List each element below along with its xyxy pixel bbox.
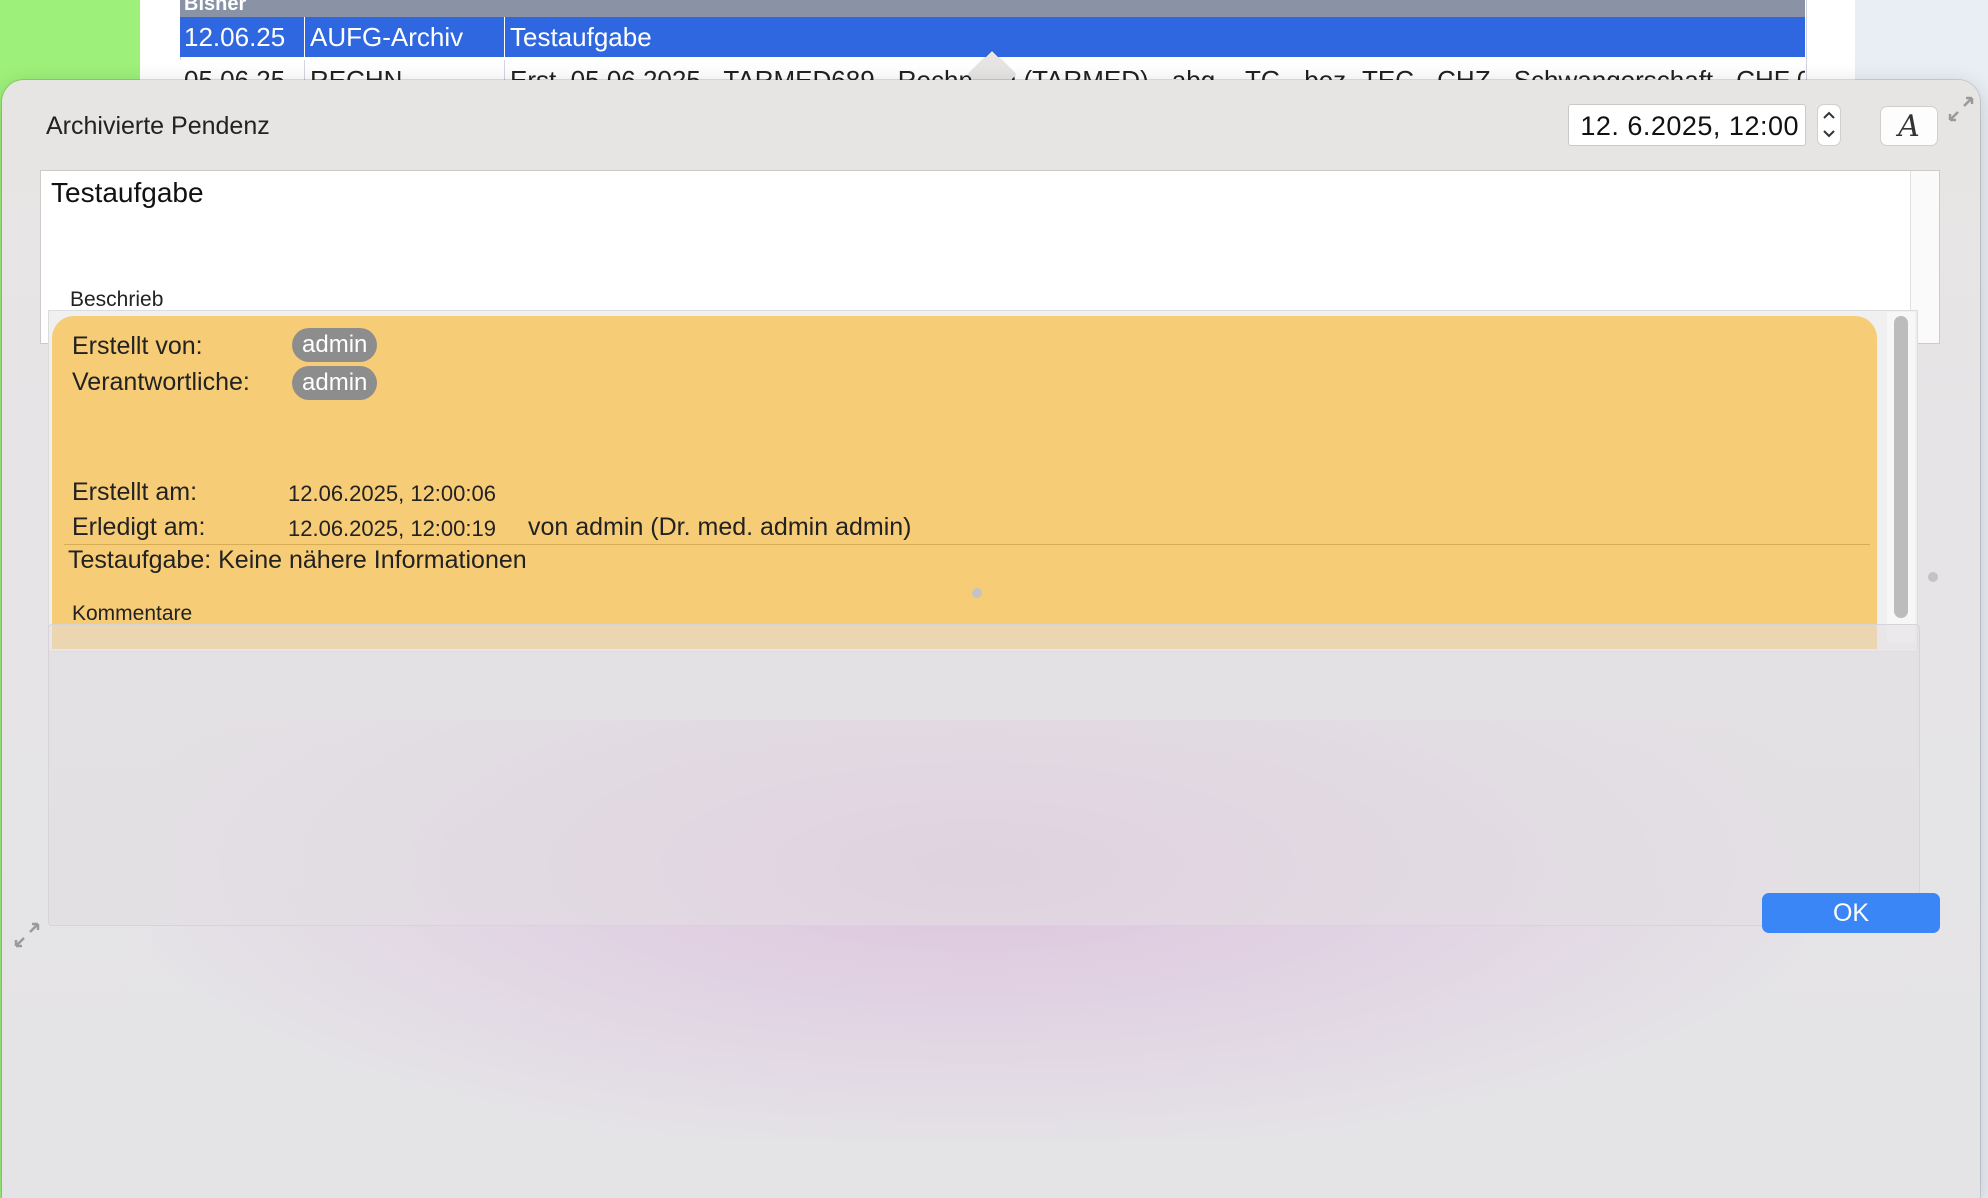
column-divider	[304, 17, 305, 57]
stepper-up-icon[interactable]	[1822, 110, 1836, 120]
comments-area[interactable]	[48, 624, 1920, 926]
done-at-label: Erledigt am:	[72, 513, 206, 541]
responsible-label: Verantwortliche:	[72, 368, 250, 396]
created-by-pill[interactable]: admin	[292, 328, 378, 362]
stepper-down-icon[interactable]	[1822, 129, 1836, 139]
comments-label: Kommentare	[72, 602, 193, 625]
date-stepper[interactable]	[1817, 104, 1841, 146]
row-type: AUFG-Archiv	[310, 22, 464, 52]
scrollbar-thumb[interactable]	[1894, 316, 1908, 618]
archived-task-popover: Archivierte Pendenz 12. 6.2025, 12:00 A …	[2, 80, 1980, 1198]
ok-button[interactable]: OK	[1762, 893, 1940, 933]
font-button[interactable]: A	[1880, 106, 1938, 146]
created-by-label: Erstellt von:	[72, 332, 203, 360]
resize-handle[interactable]	[1928, 572, 1938, 582]
resize-handle[interactable]	[972, 588, 982, 598]
created-at-value: 12.06.2025, 12:00:06	[288, 481, 496, 506]
date-field[interactable]: 12. 6.2025, 12:00	[1568, 104, 1806, 146]
history-table-header: Bisher	[180, 0, 1805, 17]
row-text: Testaufgabe	[510, 22, 652, 52]
font-icon: A	[1898, 109, 1920, 144]
description-divider	[64, 544, 1870, 545]
done-at-value: 12.06.2025, 12:00:19	[288, 516, 496, 541]
collapse-icon[interactable]	[12, 920, 42, 950]
task-text: Testaufgabe	[51, 177, 204, 208]
responsible-pill[interactable]: admin	[292, 366, 378, 400]
description-scrollbar[interactable]	[1887, 312, 1915, 642]
dialog-title: Archivierte Pendenz	[46, 112, 270, 140]
column-divider	[504, 17, 505, 57]
description-label: Beschrieb	[70, 288, 164, 311]
expand-icon[interactable]	[1946, 94, 1976, 124]
created-at-label: Erstellt am:	[72, 478, 198, 506]
history-header-label: Bisher	[184, 0, 247, 15]
done-by-text: von admin (Dr. med. admin admin)	[528, 513, 912, 541]
description-note: Testaufgabe: Keine nähere Informationen	[68, 546, 527, 574]
